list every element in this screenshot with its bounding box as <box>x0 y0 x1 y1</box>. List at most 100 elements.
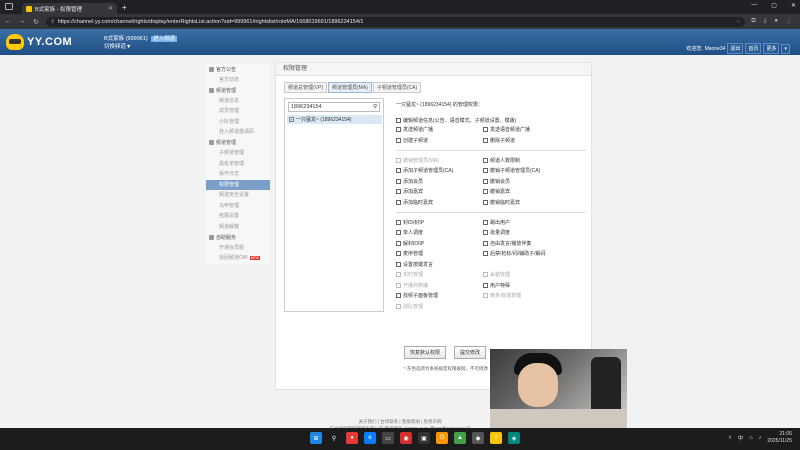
sidebar-item-blacklist[interactable]: 黑名单管理 <box>206 159 270 170</box>
checkbox[interactable] <box>396 168 401 173</box>
checkbox[interactable] <box>396 137 401 143</box>
browser-tab[interactable]: B式家族 - 权限管理 ✕ <box>22 3 117 14</box>
perm-checkbox[interactable]: 添加子频道管理员(CA) <box>396 166 483 175</box>
checkbox[interactable] <box>483 178 488 184</box>
perm-checkbox[interactable]: 撤销会员 <box>483 177 573 186</box>
checkbox[interactable] <box>483 230 488 235</box>
checkbox[interactable] <box>396 240 401 246</box>
perm-checkbox[interactable]: 删除子频道 <box>483 136 573 145</box>
home-button[interactable]: 首页 <box>745 43 762 54</box>
expand-icon[interactable]: + <box>289 117 294 122</box>
perm-checkbox[interactable]: 撤销子频道管理员(CA) <box>483 166 573 175</box>
sidebar-group-channel[interactable]: 频道管理 <box>206 85 270 96</box>
sidebar-item-extensions[interactable]: 拓展设置 <box>206 211 270 222</box>
perm-checkbox[interactable]: 麦序管理 <box>396 249 483 258</box>
checkbox[interactable] <box>483 168 488 173</box>
yy-logo[interactable]: YY.COM <box>6 33 94 51</box>
reload-icon[interactable]: ↻ <box>32 18 40 26</box>
checkbox[interactable] <box>396 251 401 256</box>
menu-icon[interactable]: ⋮ <box>786 18 792 25</box>
perm-checkbox[interactable]: 发送语音频道广播 <box>483 125 573 134</box>
checkbox[interactable] <box>483 240 488 246</box>
checkbox[interactable] <box>396 230 401 235</box>
search-icon[interactable]: ⚲ <box>373 104 377 110</box>
maximize-button[interactable]: ▢ <box>771 2 777 9</box>
search-input[interactable]: 1896234154 ⚲ <box>288 102 380 112</box>
sidebar-item-members[interactable]: 成员管理 <box>206 106 270 117</box>
app-red-icon[interactable]: ◉ <box>400 432 412 444</box>
checkbox[interactable] <box>396 293 401 298</box>
checkbox[interactable] <box>483 189 488 194</box>
sidebar-item-membership[interactable]: 开通会员服 <box>206 243 270 254</box>
profile-icon[interactable]: ● <box>774 18 778 25</box>
sidebar-item-oplog[interactable]: 操作日志 <box>206 169 270 180</box>
file-explorer-icon[interactable]: ▭ <box>382 432 394 444</box>
perm-checkbox[interactable]: 自由发言/播放伴奏 <box>483 239 573 248</box>
user-tree-item[interactable]: + 一只猛龙~ (1896234154) <box>287 115 382 124</box>
clock[interactable]: 21:06 2025/11/25 <box>767 431 792 445</box>
sidebar-group-management[interactable]: 频道管理 <box>206 138 270 149</box>
sidebar-item-official-news[interactable]: 官方动态 <box>206 75 270 86</box>
workspace-icon[interactable] <box>5 3 13 10</box>
tab-vp[interactable]: 频道总管理(VP) <box>284 82 328 93</box>
switch-channel-link[interactable]: 切换频道▼ <box>104 43 177 51</box>
perm-checkbox[interactable]: 封ID/封IP <box>396 218 483 227</box>
yy-taskbar-icon[interactable]: Y <box>490 432 502 444</box>
logout-button[interactable]: 退出 <box>727 43 744 54</box>
perm-checkbox[interactable]: 添加嘉宾 <box>396 187 483 196</box>
close-window-button[interactable]: ✕ <box>791 2 796 9</box>
url-input[interactable]: ⚲ https://channel.yy.com/channel/rights/… <box>46 16 746 27</box>
sidebar-group-announcements[interactable]: 官方公告 <box>206 64 270 75</box>
tab-ma[interactable]: 频道管理员(MA) <box>328 82 372 93</box>
more-button[interactable]: 更多 <box>763 43 780 54</box>
sidebar-item-subchannels[interactable]: 子频道管理 <box>206 148 270 159</box>
sidebar-item-teams[interactable]: 小队管理 <box>206 117 270 128</box>
checkbox[interactable] <box>483 157 488 163</box>
perm-checkbox[interactable]: 设置按键发言 <box>396 260 483 269</box>
perm-checkbox[interactable]: 频道人数限制 <box>483 156 573 165</box>
perm-checkbox[interactable]: 添加临时嘉宾 <box>396 198 483 207</box>
username[interactable]: Maone34 <box>705 46 726 52</box>
checkbox[interactable] <box>396 261 401 267</box>
perm-checkbox[interactable]: 踢出用户 <box>483 218 573 227</box>
network-icon[interactable]: ⌂ <box>749 435 752 441</box>
checkbox[interactable] <box>396 199 401 205</box>
tab-ca[interactable]: 子频道管理员(CA) <box>372 82 422 93</box>
perm-checkbox[interactable]: 发送频道广播 <box>396 125 483 134</box>
perm-checkbox[interactable]: 批量调度 <box>483 228 573 237</box>
checkbox[interactable] <box>483 219 488 225</box>
perm-checkbox[interactable]: 后禁/抢标/闷/辅助子/解闷 <box>483 249 573 258</box>
app-teal-icon[interactable]: ◈ <box>508 432 520 444</box>
chrome-icon[interactable]: ● <box>346 432 358 444</box>
checkbox[interactable] <box>483 251 488 256</box>
perm-checkbox[interactable]: 编辑频道信息(公告、语音模式、子频道设置、模版) <box>396 116 586 125</box>
checkbox[interactable] <box>396 118 401 123</box>
app-gray-icon[interactable]: ◆ <box>472 432 484 444</box>
sidebar-group-self-service[interactable]: 自助服务 <box>206 232 270 243</box>
edge-icon[interactable]: e <box>364 432 376 444</box>
download-icon[interactable]: ⤓ <box>764 18 767 25</box>
perm-checkbox[interactable]: 撤销嘉宾 <box>483 187 573 196</box>
new-tab-button[interactable]: + <box>122 3 127 12</box>
sidebar-item-dissolve[interactable]: 频道解散 <box>206 222 270 233</box>
app-green-icon[interactable]: ▲ <box>454 432 466 444</box>
tab-close-icon[interactable]: ✕ <box>108 5 113 12</box>
bookmark-star-icon[interactable]: ☆ <box>736 19 740 25</box>
app-orange-icon[interactable]: G <box>436 432 448 444</box>
minimize-button[interactable]: — <box>751 2 757 9</box>
checkbox[interactable] <box>396 189 401 194</box>
volume-icon[interactable]: ♪ <box>759 435 762 441</box>
more-dropdown-icon[interactable]: ▾ <box>781 43 790 54</box>
enter-channel-badge[interactable]: 进入频道 <box>151 36 178 42</box>
input-language[interactable]: 中 <box>738 434 744 442</box>
perm-checkbox[interactable]: 撤销临时嘉宾 <box>483 198 573 207</box>
perm-checkbox[interactable]: 解封ID/IP <box>396 239 483 248</box>
windows-start-icon[interactable]: ⊞ <box>310 432 322 444</box>
sidebar-item-channel-info[interactable]: 频道信息 <box>206 96 270 107</box>
checkbox[interactable] <box>483 137 488 143</box>
perm-checkbox[interactable]: 单人调度 <box>396 228 483 237</box>
app-dark-icon[interactable]: ▣ <box>418 432 430 444</box>
footer-links[interactable]: 关于我们 | 合作联系 | 客服帮助 | 免责声明 <box>280 418 520 425</box>
perm-checkbox[interactable]: 用户特殊 <box>483 281 573 290</box>
restore-default-button[interactable]: 恢复默认权限 <box>404 346 447 359</box>
